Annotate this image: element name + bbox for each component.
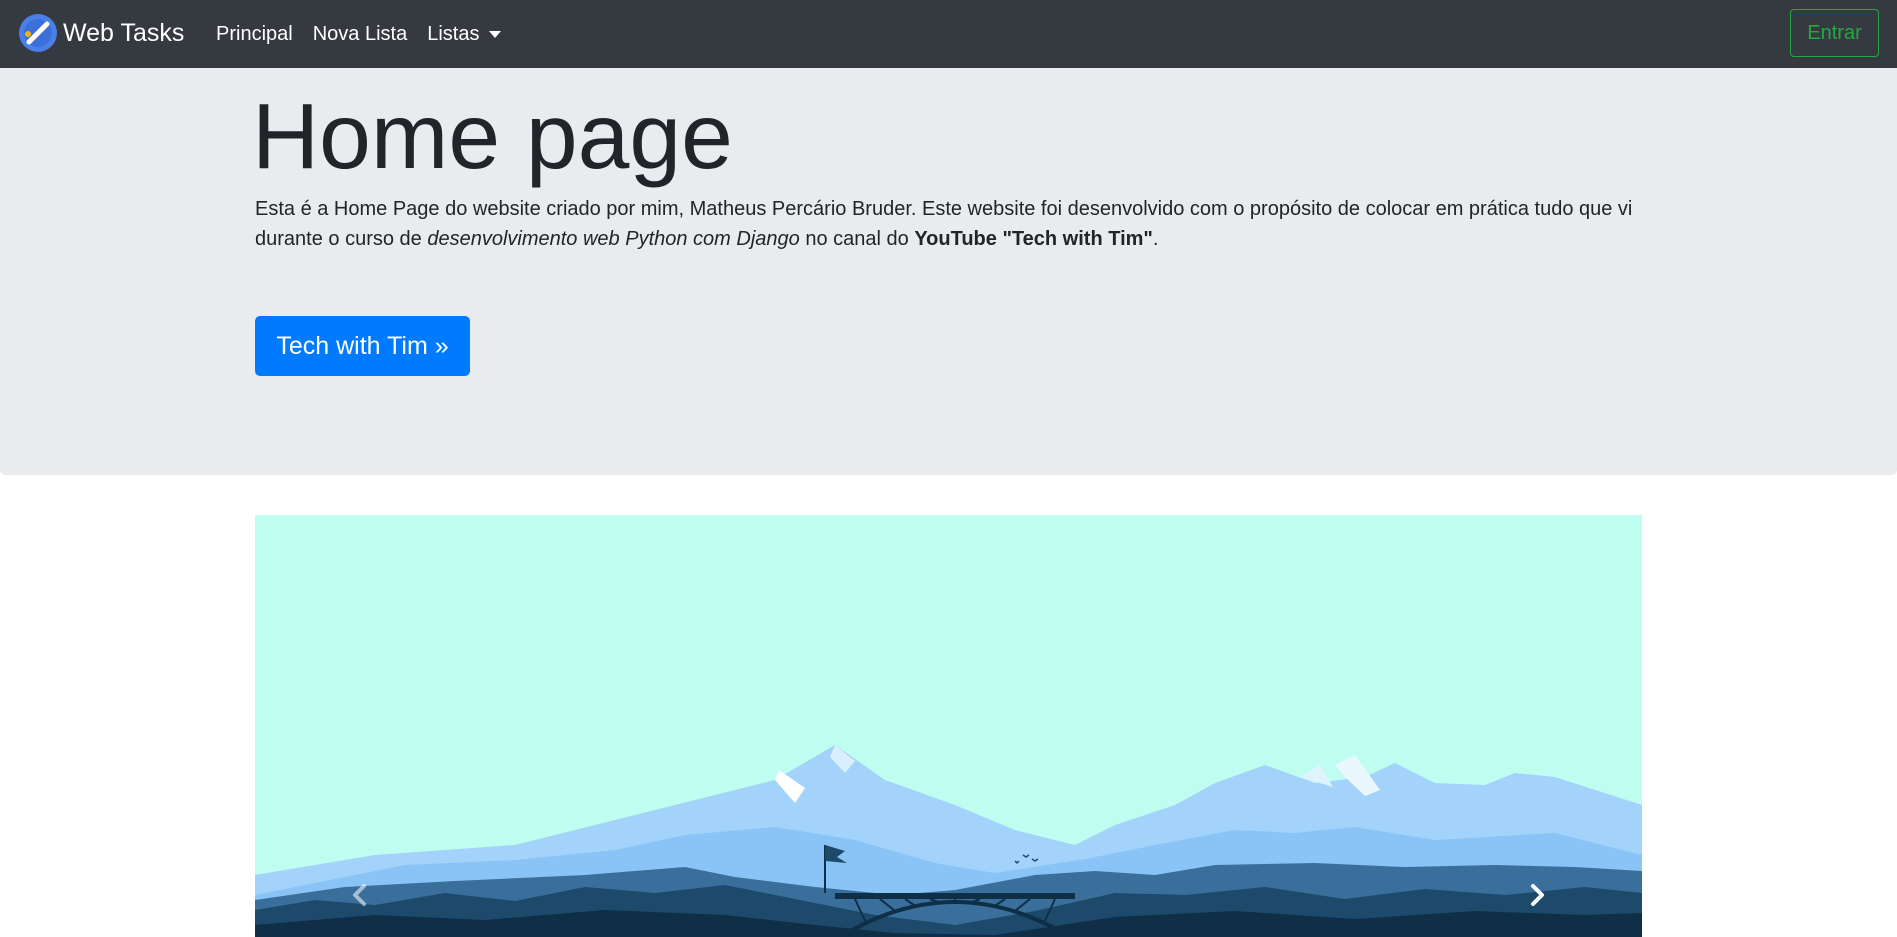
lead-paragraph: Esta é a Home Page do website criado por… <box>255 194 1645 254</box>
jumbotron: Home page Esta é a Home Page do website … <box>0 68 1897 475</box>
nav-link-nova-lista[interactable]: Nova Lista <box>303 23 418 46</box>
mountain-landscape-image <box>255 515 1642 937</box>
nav-dropdown-listas-label: Listas <box>427 22 480 45</box>
lead-bold-text: YouTube "Tech with Tim" <box>914 228 1153 250</box>
image-carousel <box>255 515 1642 937</box>
lead-italic-text: desenvolvimento web Python com Django <box>427 228 800 250</box>
nav-dropdown-listas[interactable]: Listas <box>417 23 511 46</box>
tech-with-tim-button[interactable]: Tech with Tim » <box>255 316 470 376</box>
carousel-next-button[interactable] <box>1518 875 1558 915</box>
brand-link[interactable]: Web Tasks <box>19 14 184 52</box>
chevron-left-icon <box>353 884 366 906</box>
caret-down-icon <box>489 30 502 38</box>
lead-text-end: . <box>1152 228 1159 250</box>
chevron-right-icon <box>1531 884 1544 906</box>
page-title: Home page <box>252 84 733 188</box>
nav-links: Principal Nova Lista Listas <box>206 0 511 68</box>
lead-text-2: no canal do <box>799 228 915 250</box>
login-button[interactable]: Entrar <box>1790 9 1879 57</box>
carousel-prev-button[interactable] <box>339 875 379 915</box>
checkmark-logo-icon <box>19 14 57 52</box>
brand-name: Web Tasks <box>63 19 185 47</box>
nav-link-principal[interactable]: Principal <box>206 23 303 46</box>
navbar: Web Tasks Principal Nova Lista Listas En… <box>0 0 1897 68</box>
